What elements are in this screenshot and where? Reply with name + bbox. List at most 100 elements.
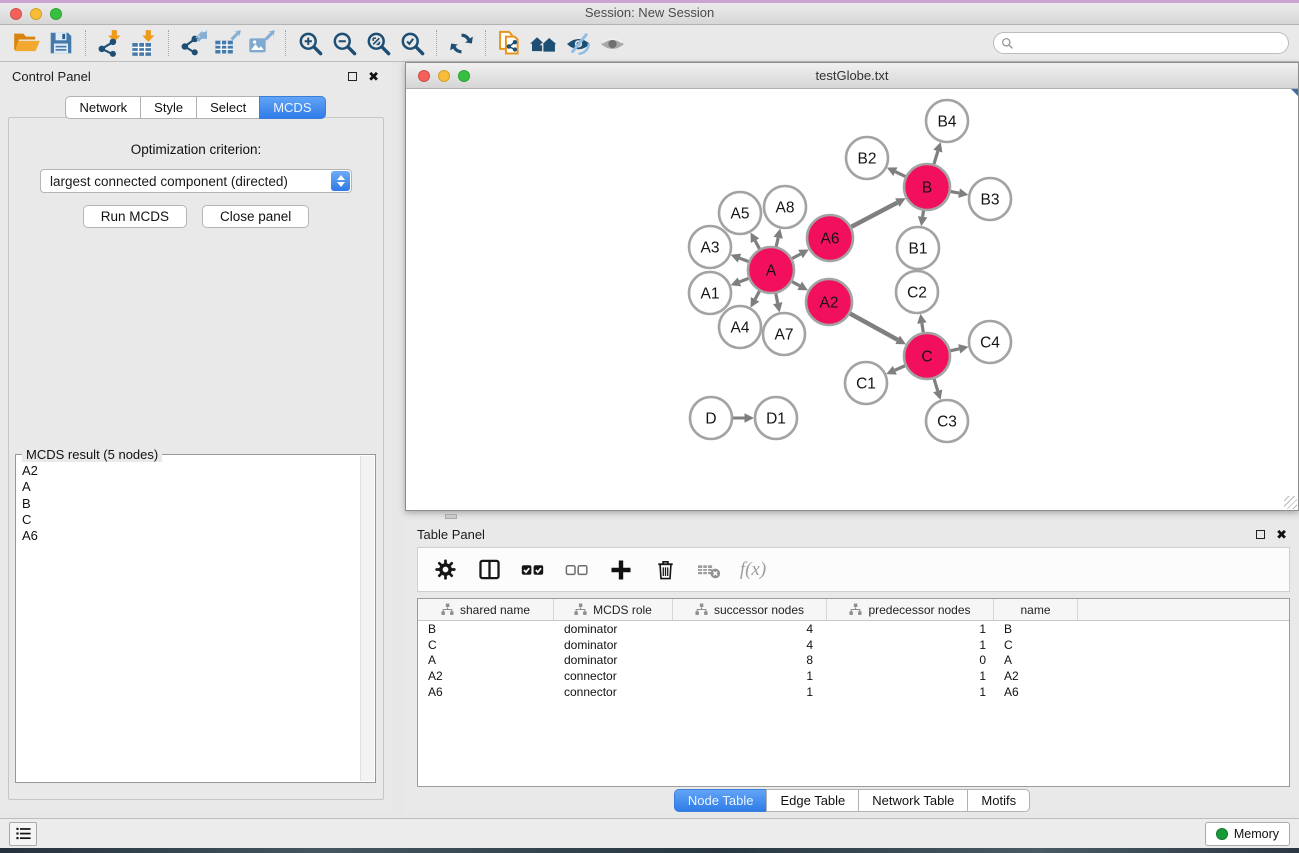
table-row[interactable]: Cdominator41C bbox=[418, 637, 1289, 653]
mcds-result-item[interactable]: A bbox=[18, 479, 359, 495]
column-header-successor-nodes[interactable]: successor nodes bbox=[673, 599, 827, 620]
float-table-panel-icon[interactable] bbox=[1256, 530, 1265, 539]
tab-edge-table[interactable]: Edge Table bbox=[766, 789, 859, 812]
mcds-result-item[interactable]: A2 bbox=[18, 463, 359, 479]
mcds-result-item[interactable]: C bbox=[18, 512, 359, 528]
table-row[interactable]: Adominator80A bbox=[418, 653, 1289, 669]
column-header-predecessor-nodes[interactable]: predecessor nodes bbox=[827, 599, 994, 620]
zoom-selected-icon[interactable] bbox=[395, 27, 429, 59]
task-history-button[interactable] bbox=[9, 822, 37, 846]
table-cell: C bbox=[418, 638, 554, 652]
network-canvas[interactable]: B4B2BB3A5A8A6B1A3AC2A1A2A4A7C4CC1C3DD1 bbox=[406, 89, 1298, 510]
close-table-panel-icon[interactable]: ✖ bbox=[1276, 528, 1287, 541]
table-row[interactable]: A6connector11A6 bbox=[418, 684, 1289, 700]
criterion-value: largest connected component (directed) bbox=[41, 174, 288, 189]
home-networks-icon[interactable] bbox=[527, 27, 561, 59]
tab-select[interactable]: Select bbox=[196, 96, 260, 119]
tab-style[interactable]: Style bbox=[140, 96, 197, 119]
control-panel-title: Control Panel bbox=[12, 69, 91, 84]
graph-edge[interactable] bbox=[847, 312, 897, 340]
import-network-icon[interactable] bbox=[93, 27, 127, 59]
table-row[interactable]: A2connector11A2 bbox=[418, 668, 1289, 684]
export-table-icon[interactable] bbox=[210, 27, 244, 59]
mcds-result-item[interactable]: B bbox=[18, 496, 359, 512]
close-panel-button[interactable]: Close panel bbox=[202, 205, 309, 228]
mcds-result-list: A2ABCA6 bbox=[18, 463, 359, 780]
refresh-icon[interactable] bbox=[444, 27, 478, 59]
run-mcds-button[interactable]: Run MCDS bbox=[83, 205, 187, 228]
graph-node-label: A3 bbox=[701, 240, 720, 257]
close-window-button[interactable] bbox=[10, 8, 22, 20]
horizontal-scrollbar-thumb[interactable] bbox=[445, 514, 457, 519]
graph-node-label: C bbox=[921, 349, 932, 366]
export-image-icon[interactable] bbox=[244, 27, 278, 59]
network-graph: B4B2BB3A5A8A6B1A3AC2A1A2A4A7C4CC1C3DD1 bbox=[406, 89, 1297, 509]
table-cell: A bbox=[994, 653, 1078, 667]
search-input[interactable] bbox=[1019, 36, 1281, 50]
column-header-name[interactable]: name bbox=[994, 599, 1078, 620]
zoom-fit-icon[interactable] bbox=[361, 27, 395, 59]
result-scrollbar[interactable] bbox=[360, 456, 374, 781]
tab-node-table[interactable]: Node Table bbox=[674, 789, 768, 812]
graph-node-label: B4 bbox=[938, 114, 957, 131]
select-stepper-icon bbox=[331, 171, 350, 191]
eye-icon[interactable] bbox=[595, 27, 629, 59]
main-toolbar bbox=[0, 25, 1299, 62]
delete-column-trash-icon[interactable] bbox=[650, 555, 680, 585]
graph-node-label: C3 bbox=[937, 414, 957, 431]
window-title: Session: New Session bbox=[0, 0, 1299, 26]
hide-eye-icon[interactable] bbox=[561, 27, 595, 59]
table-cell: dominator bbox=[554, 653, 673, 667]
network-window-title: testGlobe.txt bbox=[406, 63, 1298, 88]
table-row[interactable]: Bdominator41B bbox=[418, 621, 1289, 637]
tab-network-table[interactable]: Network Table bbox=[858, 789, 968, 812]
float-panel-icon[interactable] bbox=[348, 72, 357, 81]
minimize-window-button[interactable] bbox=[30, 8, 42, 20]
function-builder-icon[interactable]: f(x) bbox=[738, 555, 768, 585]
save-session-icon[interactable] bbox=[44, 27, 78, 59]
criterion-select[interactable]: largest connected component (directed) bbox=[40, 169, 352, 193]
zoom-out-icon[interactable] bbox=[327, 27, 361, 59]
zoom-network-window-button[interactable] bbox=[458, 70, 470, 82]
table-settings-gear-icon[interactable] bbox=[430, 555, 460, 585]
table-body: Bdominator41BCdominator41CAdominator80AA… bbox=[418, 621, 1289, 700]
open-file-icon[interactable] bbox=[10, 27, 44, 59]
zoom-window-button[interactable] bbox=[50, 8, 62, 20]
zoom-in-icon[interactable] bbox=[293, 27, 327, 59]
resize-grip-icon[interactable] bbox=[1284, 496, 1297, 509]
network-window-titlebar: testGlobe.txt bbox=[406, 63, 1298, 89]
close-network-window-button[interactable] bbox=[418, 70, 430, 82]
memory-button[interactable]: Memory bbox=[1205, 822, 1290, 846]
table-toolbar: f(x) bbox=[417, 547, 1290, 592]
import-table-icon[interactable] bbox=[127, 27, 161, 59]
clone-network-icon[interactable] bbox=[493, 27, 527, 59]
add-column-icon[interactable] bbox=[606, 555, 636, 585]
graph-node-label: A5 bbox=[731, 206, 750, 223]
column-tree-icon bbox=[695, 603, 708, 616]
minimize-network-window-button[interactable] bbox=[438, 70, 450, 82]
table-cell: A2 bbox=[994, 669, 1078, 683]
table-cell: A bbox=[418, 653, 554, 667]
column-header-mcds-role[interactable]: MCDS role bbox=[554, 599, 673, 620]
graph-node-label: A6 bbox=[821, 231, 840, 248]
column-header-shared-name[interactable]: shared name bbox=[418, 599, 554, 620]
deselect-all-columns-icon[interactable] bbox=[562, 555, 592, 585]
delete-table-icon[interactable] bbox=[694, 555, 724, 585]
control-panel-header: Control Panel ✖ bbox=[0, 62, 391, 90]
graph-edge-arrowhead bbox=[745, 413, 755, 423]
tab-mcds[interactable]: MCDS bbox=[259, 96, 325, 119]
control-panel-tabs: Network Style Select MCDS bbox=[0, 96, 391, 119]
graph-edge[interactable] bbox=[849, 203, 898, 229]
mcds-result-item[interactable]: A6 bbox=[18, 528, 359, 544]
search-box bbox=[993, 32, 1289, 54]
table-cell: A2 bbox=[418, 669, 554, 683]
table-cell: A6 bbox=[418, 685, 554, 699]
tab-network[interactable]: Network bbox=[65, 96, 141, 119]
close-panel-icon[interactable]: ✖ bbox=[368, 70, 379, 83]
show-column-panel-icon[interactable] bbox=[474, 555, 504, 585]
tab-motifs[interactable]: Motifs bbox=[967, 789, 1030, 812]
export-network-icon[interactable] bbox=[176, 27, 210, 59]
select-all-columns-icon[interactable] bbox=[518, 555, 548, 585]
graph-node-label: A4 bbox=[731, 320, 750, 337]
graph-edge-arrowhead bbox=[773, 302, 782, 312]
